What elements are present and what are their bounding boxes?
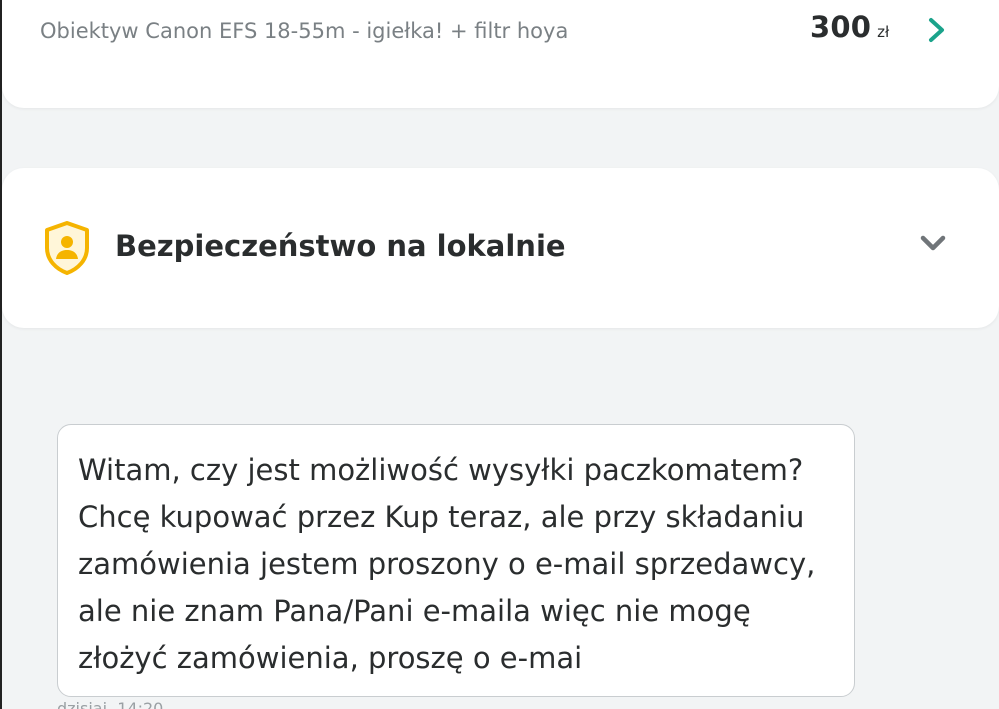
listing-card[interactable]: piero85 Obiektyw Canon EFS 18-55m - igie… bbox=[2, 0, 999, 108]
chevron-right-icon[interactable] bbox=[924, 15, 950, 45]
window-edge bbox=[0, 0, 2, 709]
safety-section[interactable]: Bezpieczeństwo na lokalnie bbox=[2, 168, 999, 328]
price-amount: 300 bbox=[810, 10, 872, 44]
seller-name: piero85 bbox=[40, 0, 152, 2]
message-timestamp: dzisiaj, 14:20 bbox=[57, 699, 164, 709]
message-bubble: Witam, czy jest możliwość wysyłki paczko… bbox=[57, 424, 855, 697]
message-text: Witam, czy jest możliwość wysyłki paczko… bbox=[78, 453, 816, 675]
safety-title: Bezpieczeństwo na lokalnie bbox=[115, 229, 566, 263]
shield-user-icon bbox=[45, 221, 89, 275]
chat-screen: piero85 Obiektyw Canon EFS 18-55m - igie… bbox=[0, 0, 999, 709]
price-currency: zł bbox=[877, 23, 890, 41]
listing-price: 300 zł bbox=[810, 10, 889, 44]
listing-title: Obiektyw Canon EFS 18-55m - igiełka! + f… bbox=[40, 19, 569, 43]
chevron-down-icon[interactable] bbox=[916, 230, 950, 258]
